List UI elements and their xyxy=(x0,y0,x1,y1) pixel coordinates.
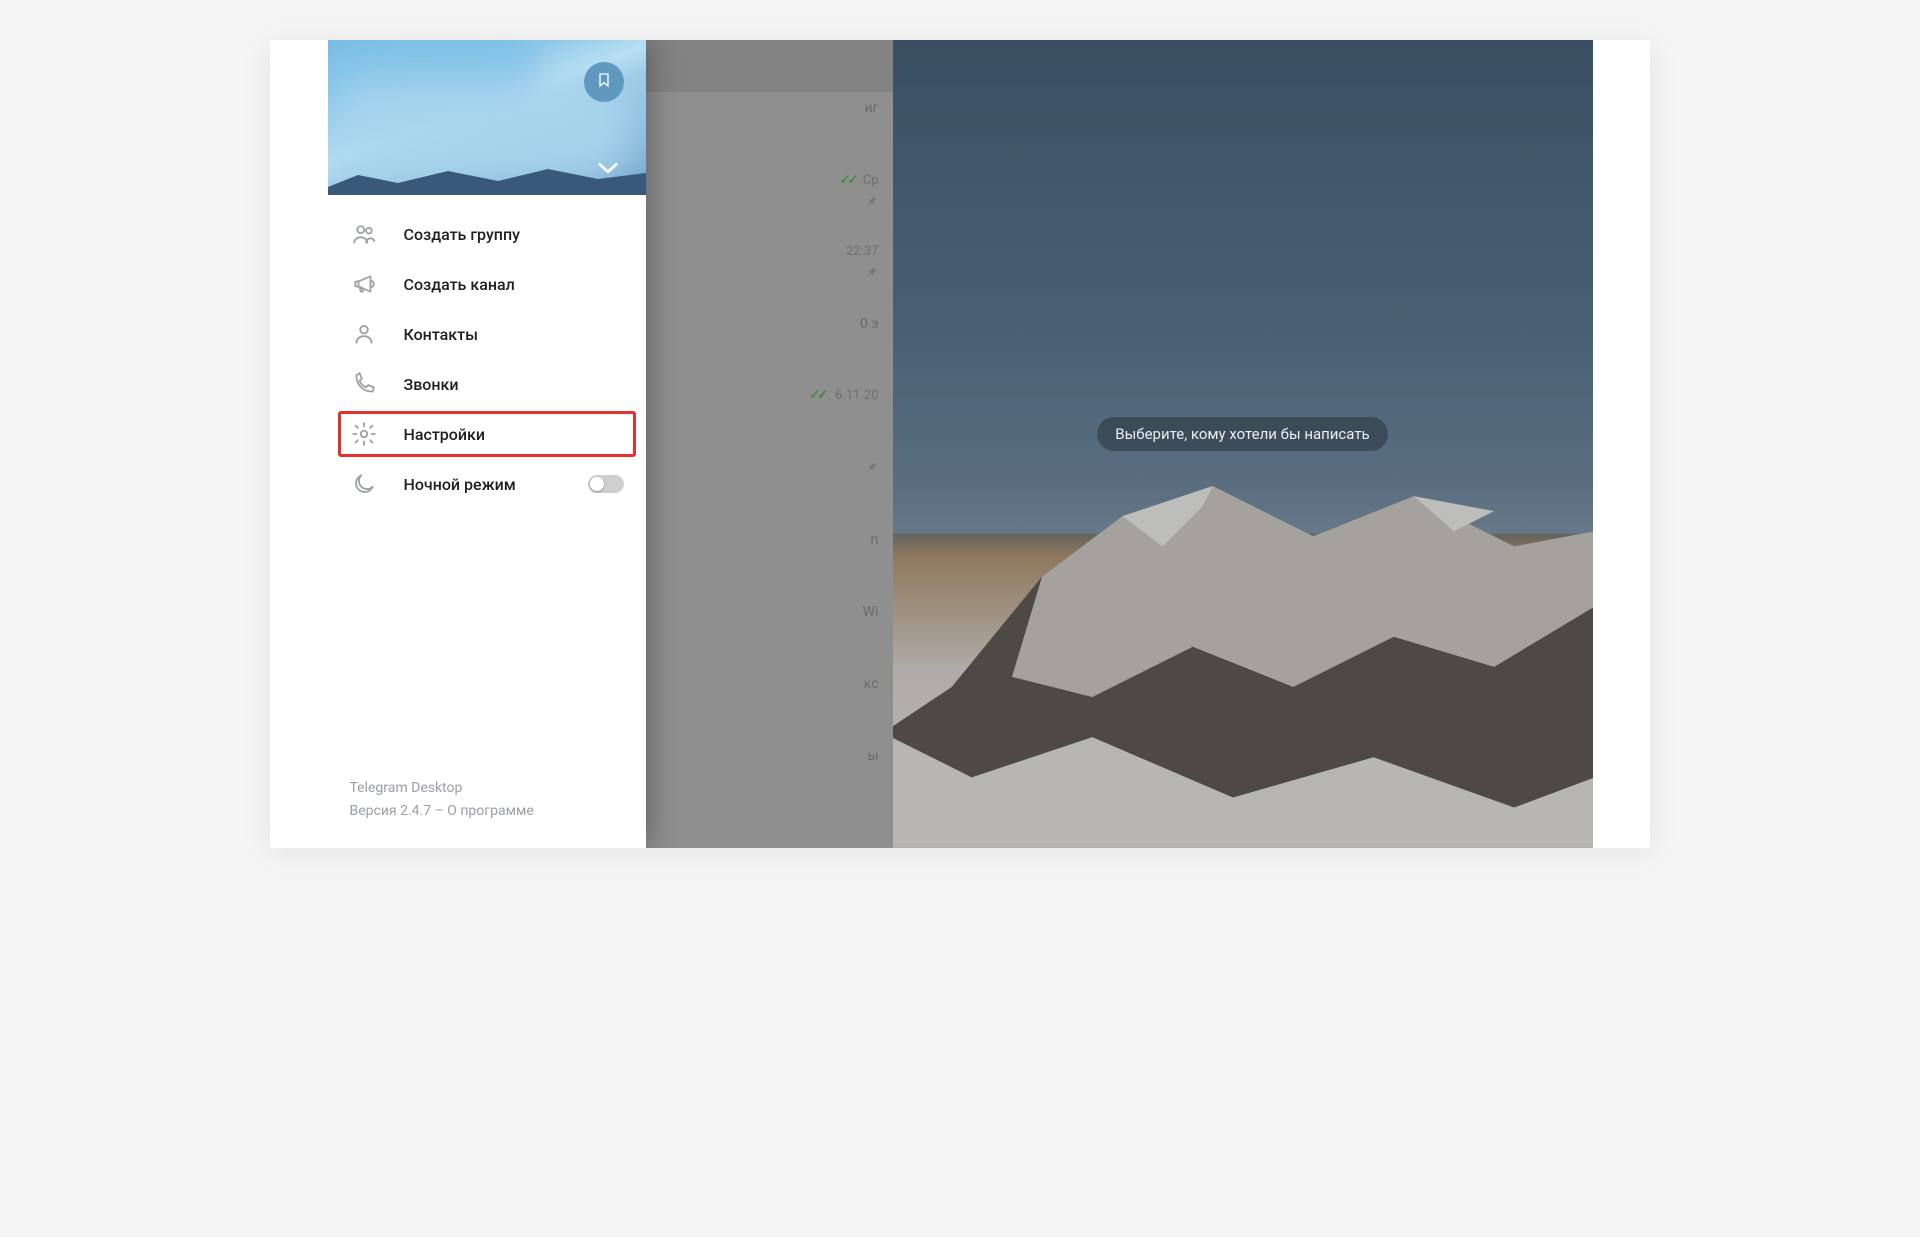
drawer-menu: Создать группу Создать канал Контакты xyxy=(328,195,646,509)
menu-label: Настройки xyxy=(404,425,624,444)
person-icon xyxy=(350,320,378,348)
chevron-down-icon xyxy=(597,160,619,179)
saved-messages-button[interactable] xyxy=(584,62,624,102)
chat-time: 22:37 xyxy=(846,244,878,259)
menu-label: Контакты xyxy=(404,325,624,344)
night-mode-toggle[interactable] xyxy=(588,475,624,493)
menu-item-contacts[interactable]: Контакты xyxy=(328,309,646,359)
chat-time: Ср xyxy=(863,173,879,188)
chat-time: 6.11.20 xyxy=(835,388,878,403)
version-number: 2.4.7 xyxy=(400,803,431,819)
megaphone-icon xyxy=(350,270,378,298)
phone-icon xyxy=(350,370,378,398)
drawer-header xyxy=(328,40,646,195)
menu-item-night-mode[interactable]: Ночной режим xyxy=(328,459,646,509)
menu-item-settings[interactable]: Настройки xyxy=(328,409,646,459)
read-ticks-icon: ✓✓ xyxy=(809,388,825,403)
group-icon xyxy=(350,220,378,248)
drawer-footer: Telegram Desktop Версия 2.4.7 – О програ… xyxy=(328,777,646,848)
screenshot-frame: иг ✓✓ Ср 22:37 xyxy=(270,40,1650,848)
menu-item-calls[interactable]: Звонки xyxy=(328,359,646,409)
separator: – xyxy=(431,803,447,819)
main-menu-drawer: Создать группу Создать канал Контакты xyxy=(328,40,646,848)
chat-empty-area: Выберите, кому хотели бы написать xyxy=(893,40,1593,848)
pin-icon xyxy=(865,194,879,212)
menu-label: Создать канал xyxy=(404,275,624,294)
about-link[interactable]: О программе xyxy=(447,803,534,819)
pin-icon xyxy=(865,265,879,283)
pin-icon xyxy=(865,460,879,478)
menu-label: Создать группу xyxy=(404,225,624,244)
background-mountain xyxy=(893,476,1593,848)
accounts-expand-button[interactable] xyxy=(594,157,622,181)
menu-item-new-group[interactable]: Создать группу xyxy=(328,209,646,259)
menu-label: Ночной режим xyxy=(404,475,562,494)
version-prefix: Версия xyxy=(350,803,401,819)
app-window: иг ✓✓ Ср 22:37 xyxy=(328,40,1593,848)
gear-icon xyxy=(350,420,378,448)
bookmark-icon xyxy=(596,70,612,94)
app-name-label: Telegram Desktop xyxy=(350,777,624,799)
menu-item-new-channel[interactable]: Создать канал xyxy=(328,259,646,309)
menu-label: Звонки xyxy=(404,375,624,394)
moon-icon xyxy=(350,470,378,498)
read-ticks-icon: ✓✓ xyxy=(839,173,855,188)
empty-chat-placeholder: Выберите, кому хотели бы написать xyxy=(1097,417,1387,451)
